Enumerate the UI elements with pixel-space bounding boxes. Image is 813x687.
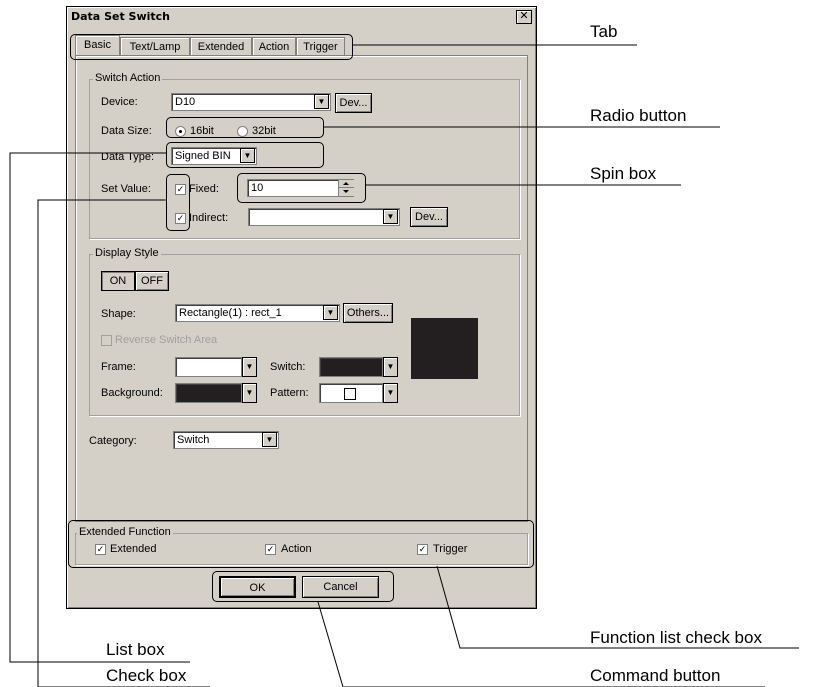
check-box-leader bbox=[37, 199, 166, 687]
command-button-annotation: Command button bbox=[590, 666, 721, 685]
spin-box-annotation: Spin box bbox=[590, 164, 657, 183]
tab-annotation: Tab bbox=[590, 22, 618, 41]
radio-button-annotation: Radio button bbox=[590, 106, 687, 125]
list-box-annotation: List box bbox=[106, 640, 165, 659]
function-list-check-box-annotation: Function list check box bbox=[590, 628, 762, 647]
check-box-annotation: Check box bbox=[106, 666, 187, 685]
list-box-leader bbox=[9, 152, 190, 663]
leader-lines bbox=[9, 44, 799, 687]
